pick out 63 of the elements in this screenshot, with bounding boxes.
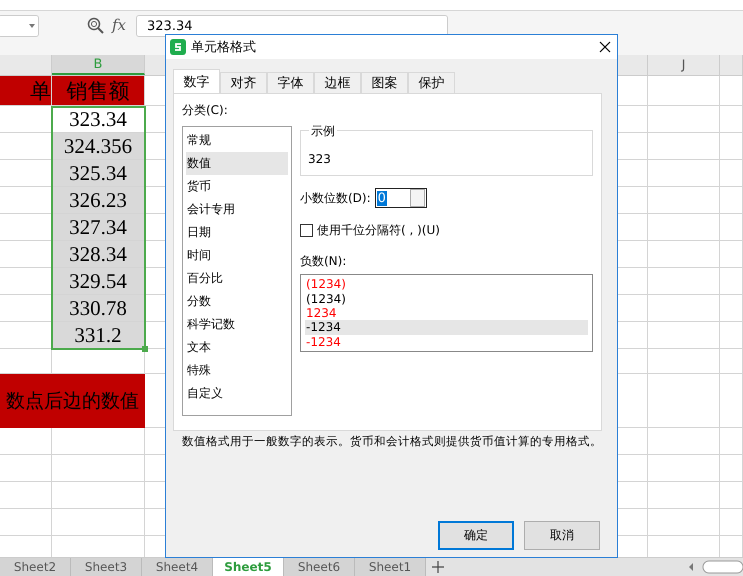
column-header[interactable]: J — [648, 55, 720, 75]
ok-button[interactable]: 确定 — [438, 521, 514, 550]
category-item[interactable]: 常规 — [186, 129, 288, 152]
decimals-label: 小数位数(D): — [300, 190, 371, 206]
thousands-label: 使用千位分隔符( , )(U) — [317, 222, 440, 239]
zoom-icon[interactable] — [87, 17, 104, 34]
app-icon — [170, 39, 186, 55]
sheet-tab[interactable]: Sheet2 — [0, 558, 71, 576]
category-list[interactable]: 常规 数值 货币 会计专用 日期 时间 百分比 分数 科学记数 文本 特殊 自定义 — [182, 126, 292, 416]
category-label: 分类(C): — [182, 102, 229, 119]
table-cell: 327.34 — [52, 214, 145, 241]
dialog-tab[interactable]: 对齐 — [220, 72, 267, 93]
dialog-tab[interactable]: 图案 — [361, 72, 408, 93]
close-icon[interactable] — [599, 41, 611, 53]
sheet-tab[interactable]: Sheet5 — [213, 558, 284, 576]
category-item[interactable]: 货币 — [186, 175, 288, 198]
table-cell: 330.78 — [52, 295, 145, 322]
add-sheet-icon[interactable] — [432, 561, 444, 573]
header-cell: 单 — [0, 76, 52, 106]
table-cell: 328.34 — [52, 241, 145, 268]
table-cell: 326.23 — [52, 187, 145, 214]
sample-value: 323 — [308, 152, 331, 166]
sample-label: 示例 — [309, 123, 337, 140]
table-cell: 325.34 — [52, 160, 145, 187]
category-item[interactable]: 数值 — [186, 152, 288, 175]
category-item[interactable]: 文本 — [186, 336, 288, 359]
table-cell: 331.2 — [52, 322, 145, 349]
negative-option[interactable]: -1234 — [305, 320, 588, 335]
dialog-tab[interactable]: 保护 — [408, 72, 455, 93]
checkbox[interactable] — [300, 224, 313, 237]
dialog-tab[interactable]: 边框 — [314, 72, 361, 93]
category-item[interactable]: 分数 — [186, 290, 288, 313]
category-item[interactable]: 科学记数 — [186, 313, 288, 336]
name-box[interactable] — [0, 15, 39, 37]
cancel-button[interactable]: 取消 — [524, 521, 600, 550]
fill-handle[interactable] — [142, 346, 148, 352]
negative-option[interactable]: -1234 — [305, 334, 588, 350]
header-cell: 销售额 — [52, 76, 145, 106]
sheet-tab[interactable]: Sheet4 — [142, 558, 213, 576]
negative-label: 负数(N): — [300, 253, 348, 270]
dialog-tab[interactable]: 字体 — [267, 72, 314, 93]
category-item[interactable]: 会计专用 — [186, 198, 288, 221]
dropdown-icon — [29, 24, 35, 28]
table-cell: 324.356 — [52, 133, 145, 160]
category-item[interactable]: 特殊 — [186, 359, 288, 382]
dialog-tab[interactable]: 数字 — [173, 69, 220, 93]
category-item[interactable]: 百分比 — [186, 267, 288, 290]
negative-option[interactable]: 1234 — [305, 306, 588, 320]
negative-option[interactable]: (1234) — [305, 277, 588, 292]
sheet-tab[interactable]: Sheet6 — [284, 558, 355, 576]
description-text: 数值格式用于一般数字的表示。货币和会计格式则提供货币值计算的专用格式。 — [182, 434, 593, 449]
category-item[interactable]: 时间 — [186, 244, 288, 267]
category-item[interactable]: 日期 — [186, 221, 288, 244]
function-button[interactable]: fx — [112, 15, 126, 35]
sheet-tab[interactable]: Sheet1 — [355, 558, 426, 576]
dialog-title: 单元格格式 — [191, 39, 257, 56]
category-item[interactable]: 自定义 — [186, 382, 288, 405]
table-cell: 329.54 — [52, 268, 145, 295]
sheet-tab[interactable]: Sheet3 — [71, 558, 142, 576]
decimals-spinner[interactable]: 0 — [374, 188, 427, 208]
negative-list[interactable]: (1234) (1234) 1234 -1234 -1234 — [300, 274, 593, 352]
negative-option[interactable]: (1234) — [305, 291, 588, 306]
note-banner: 数点后边的数值 — [0, 374, 145, 428]
